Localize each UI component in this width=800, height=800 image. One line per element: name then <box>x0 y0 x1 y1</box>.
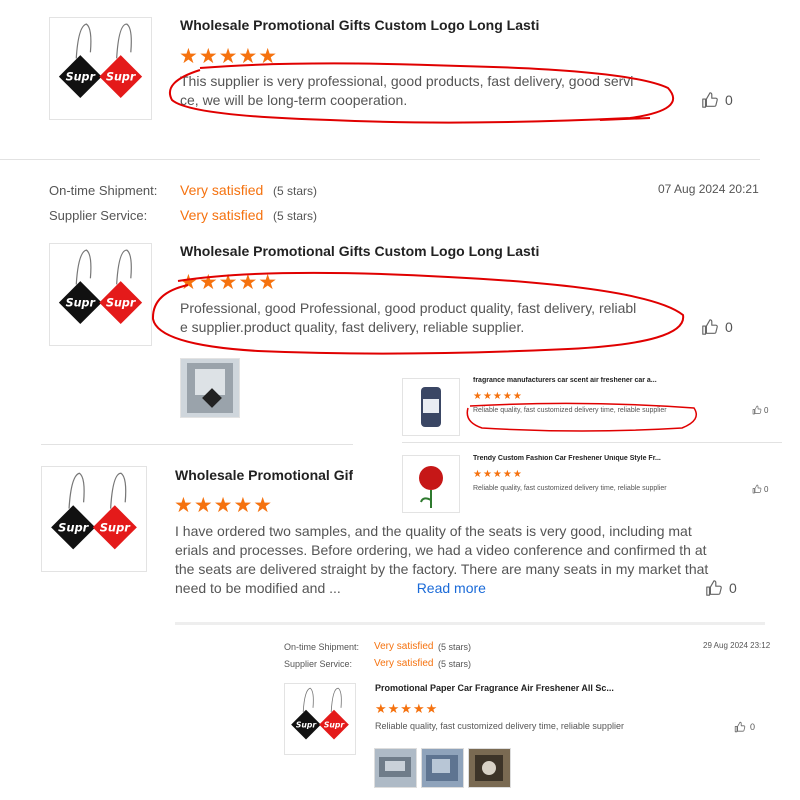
air-freshener-product-image <box>50 244 151 345</box>
thumbs-up-icon <box>701 318 719 336</box>
side-product-title[interactable]: fragrance manufacturers car scent air fr… <box>473 377 673 384</box>
product-thumbnail[interactable] <box>49 243 152 346</box>
thumbs-up-icon <box>752 405 762 415</box>
service-value: Very satisfied <box>180 207 264 223</box>
review-text: Reliable quality, fast customized delive… <box>375 721 624 731</box>
rose-image <box>419 466 443 508</box>
divider <box>41 444 353 445</box>
review-photo[interactable] <box>468 748 511 788</box>
like-count: 0 <box>725 92 733 108</box>
photo-image <box>475 755 503 781</box>
like-button[interactable]: 0 <box>701 318 733 336</box>
divider <box>402 442 782 443</box>
thumbs-up-icon <box>734 721 746 733</box>
shipment-value: Very satisfied <box>374 641 434 652</box>
side-star-rating: ★★★★★ <box>473 469 523 480</box>
shipment-label: On-time Shipment: <box>49 183 158 198</box>
service-stars: (5 stars) <box>438 659 472 669</box>
photo-image <box>187 363 233 413</box>
thumbs-up-icon <box>705 579 723 597</box>
review-text: I have ordered two samples, and the qual… <box>175 522 715 598</box>
star-rating: ★★★★★ <box>174 494 274 517</box>
air-freshener-product-image <box>285 684 355 754</box>
product-title[interactable]: Wholesale Promotional Gifts <box>175 467 353 483</box>
shipment-stars: (5 stars) <box>273 184 318 198</box>
photo-image <box>379 757 411 777</box>
review-text: Professional, good Professional, good pr… <box>180 300 637 335</box>
side-product-thumbnail[interactable] <box>402 378 460 436</box>
review-photo[interactable] <box>180 358 240 418</box>
star-rating: ★★★★★ <box>375 701 439 716</box>
photo-image <box>426 755 458 781</box>
thumbs-up-icon <box>701 91 719 109</box>
side-review-text: Reliable quality, fast customized delive… <box>473 407 667 414</box>
divider <box>175 622 765 625</box>
side-star-rating: ★★★★★ <box>473 391 523 402</box>
product-thumbnail[interactable] <box>284 683 356 755</box>
air-freshener-product-image <box>42 467 146 571</box>
review-photo[interactable] <box>374 748 417 788</box>
shipment-stars: (5 stars) <box>438 642 472 652</box>
side-product-thumbnail[interactable] <box>402 455 460 513</box>
side-like-count: 0 <box>764 484 769 494</box>
review-photo[interactable] <box>421 748 464 788</box>
service-value: Very satisfied <box>374 658 434 669</box>
air-freshener-product-image <box>50 18 151 119</box>
review-date: 29 Aug 2024 23:12 <box>703 641 771 650</box>
shipment-label: On-time Shipment: <box>284 642 360 652</box>
service-label: Supplier Service: <box>284 659 353 669</box>
service-label: Supplier Service: <box>49 208 148 223</box>
product-title[interactable]: Promotional Paper Car Fragrance Air Fres… <box>375 683 635 693</box>
like-button[interactable]: 0 <box>734 721 755 733</box>
shipment-value: Very satisfied <box>180 182 264 198</box>
star-rating: ★★★★★ <box>179 271 279 294</box>
annotation-circle <box>466 402 697 432</box>
like-count: 0 <box>725 319 733 335</box>
like-count: 0 <box>729 580 737 596</box>
side-like-button[interactable]: 0 <box>752 484 768 494</box>
product-thumbnail[interactable] <box>49 17 152 120</box>
like-button[interactable]: 0 <box>701 91 733 109</box>
read-more-link[interactable]: Read more <box>417 580 486 596</box>
review-text: This supplier is very professional, good… <box>180 73 634 108</box>
like-count: 0 <box>750 722 756 732</box>
service-stars: (5 stars) <box>273 209 318 223</box>
product-title[interactable]: Wholesale Promotional Gifts Custom Logo … <box>180 17 540 33</box>
side-like-button[interactable]: 0 <box>752 405 768 415</box>
side-like-count: 0 <box>764 405 769 415</box>
product-title[interactable]: Wholesale Promotional Gifts Custom Logo … <box>180 243 540 259</box>
thumbs-up-icon <box>752 484 762 494</box>
side-product-title[interactable]: Trendy Custom Fashion Car Freshener Uniq… <box>473 455 673 462</box>
review-date: 07 Aug 2024 20:21 <box>658 182 759 196</box>
star-rating: ★★★★★ <box>179 45 279 68</box>
side-review-text: Reliable quality, fast customized delive… <box>473 485 667 492</box>
divider <box>0 159 760 160</box>
product-thumbnail[interactable] <box>41 466 147 572</box>
scent-can-image <box>421 387 441 427</box>
like-button[interactable]: 0 <box>705 579 737 597</box>
